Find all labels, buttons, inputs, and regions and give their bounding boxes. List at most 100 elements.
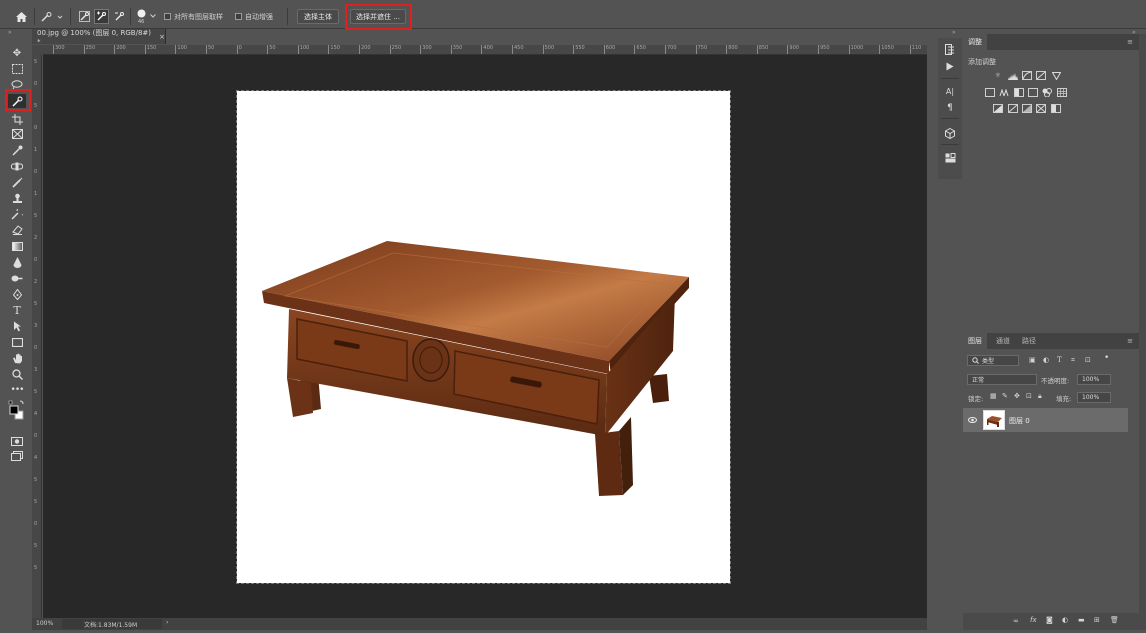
- hue-saturation-icon[interactable]: [999, 88, 1009, 97]
- panel-menu-icon[interactable]: ≡: [1127, 337, 1133, 345]
- more-tools-icon[interactable]: •••: [8, 383, 26, 397]
- fill-input[interactable]: 100%: [1077, 392, 1111, 403]
- lock-position-icon[interactable]: ✥: [1014, 392, 1020, 400]
- color-swatches[interactable]: [8, 399, 26, 423]
- history-brush-icon[interactable]: [8, 207, 26, 221]
- select-subject-button[interactable]: 选择主体: [297, 9, 339, 24]
- gradient-icon[interactable]: [8, 239, 26, 253]
- actions-play-icon[interactable]: [942, 60, 958, 73]
- collapse-panels-icon[interactable]: »: [952, 29, 956, 36]
- screen-mode-icon[interactable]: [8, 449, 26, 463]
- eye-icon[interactable]: [968, 416, 977, 425]
- threshold-icon[interactable]: [1022, 104, 1032, 113]
- paragraph-panel-icon[interactable]: ¶: [942, 101, 958, 114]
- close-icon[interactable]: ×: [159, 33, 165, 41]
- add-to-selection-icon[interactable]: [94, 9, 109, 24]
- subtract-from-selection-icon[interactable]: [112, 10, 126, 23]
- levels-icon[interactable]: [1008, 71, 1018, 80]
- history-panel-icon[interactable]: [942, 43, 958, 56]
- filter-shape-icon[interactable]: ⌗: [1071, 356, 1075, 365]
- type-icon[interactable]: T: [8, 303, 26, 317]
- selective-color-icon[interactable]: [1036, 104, 1046, 113]
- tab-channels[interactable]: 通道: [991, 333, 1015, 349]
- channel-mixer-icon[interactable]: [1057, 88, 1067, 97]
- lock-image-icon[interactable]: ✎: [1002, 392, 1008, 400]
- quick-mask-icon[interactable]: [8, 434, 26, 448]
- auto-enhance-checkbox[interactable]: [235, 13, 242, 20]
- ruler-origin[interactable]: [32, 45, 43, 55]
- tab-layers[interactable]: 图层: [963, 333, 987, 349]
- status-menu-icon[interactable]: ›: [166, 619, 168, 626]
- lock-all-icon[interactable]: 🔒︎: [1038, 392, 1042, 401]
- libraries-panel-icon[interactable]: [942, 151, 958, 164]
- lock-artboard-icon[interactable]: ⊡: [1026, 392, 1032, 400]
- exposure-icon[interactable]: [1036, 71, 1046, 80]
- healing-brush-icon[interactable]: [8, 159, 26, 173]
- frame-icon[interactable]: [8, 127, 26, 141]
- new-adjustment-layer-icon[interactable]: ◐: [1062, 616, 1068, 624]
- gradient-map-triangle-icon[interactable]: [1051, 71, 1061, 80]
- vibrance-icon[interactable]: [985, 88, 995, 97]
- clone-stamp-icon[interactable]: [8, 191, 26, 205]
- photo-filter-icon[interactable]: [1042, 88, 1052, 97]
- brightness-contrast-icon[interactable]: ☼: [993, 71, 1003, 80]
- gradient-map-icon[interactable]: [1051, 104, 1061, 113]
- brush-size-icon[interactable]: [135, 8, 147, 19]
- tool-preset-picker[interactable]: [40, 9, 64, 24]
- new-group-icon[interactable]: ▬: [1078, 616, 1085, 624]
- layer-filter-select[interactable]: 类型: [967, 355, 1019, 366]
- filter-pixel-icon[interactable]: ▣: [1029, 356, 1036, 364]
- eraser-icon[interactable]: [8, 223, 26, 237]
- document-tab[interactable]: 00.jpg @ 100% (图层 0, RGB/8#) * ×: [32, 29, 166, 46]
- pen-icon[interactable]: [8, 287, 26, 301]
- new-selection-icon[interactable]: [77, 10, 91, 23]
- crop-icon[interactable]: [8, 112, 26, 126]
- layer-style-icon[interactable]: fx: [1030, 616, 1037, 624]
- curves-icon[interactable]: [1022, 71, 1032, 80]
- tab-adjustments[interactable]: 调整: [963, 34, 987, 50]
- filter-toggle-icon[interactable]: •: [1104, 353, 1109, 363]
- filter-adjustment-icon[interactable]: ◐: [1043, 356, 1049, 364]
- invert-icon[interactable]: [993, 104, 1003, 113]
- home-icon[interactable]: [14, 9, 29, 24]
- move-icon[interactable]: ✥: [8, 46, 26, 60]
- filter-smart-object-icon[interactable]: ⊡: [1085, 356, 1091, 364]
- vertical-ruler[interactable]: 5 0 5 0 1 0 1 5 2 0 2 5 3 0 3 5 4 0 4 5 5 0 5 5: [32, 55, 42, 618]
- hand-icon[interactable]: [8, 351, 26, 365]
- chevron-down-icon[interactable]: [149, 12, 157, 20]
- sample-all-layers-checkbox[interactable]: [164, 13, 171, 20]
- document-canvas[interactable]: [236, 90, 731, 584]
- filter-type-icon[interactable]: T: [1057, 356, 1062, 364]
- path-selection-icon[interactable]: [8, 319, 26, 333]
- color-balance-icon[interactable]: [1014, 88, 1024, 97]
- ruler-tick-label: 450: [514, 45, 524, 51]
- collapse-toolbar-icon[interactable]: »: [8, 29, 12, 36]
- new-layer-icon[interactable]: ⊞: [1094, 616, 1100, 624]
- eyedropper-icon[interactable]: [8, 143, 26, 157]
- horizontal-ruler[interactable]: 300 250 200 150 100 50 0 50 100 150 200 250 300 350 40…: [43, 45, 927, 55]
- opacity-input[interactable]: 100%: [1077, 374, 1111, 385]
- layer-row[interactable]: 图层 0: [963, 408, 1128, 432]
- dodge-icon[interactable]: [8, 271, 26, 285]
- blur-icon[interactable]: [8, 255, 26, 269]
- rectangle-icon[interactable]: [8, 335, 26, 349]
- layer-thumbnail[interactable]: [983, 410, 1005, 430]
- panel-menu-icon[interactable]: ≡: [1127, 38, 1133, 46]
- doc-info[interactable]: 文档:1.83M/1.59M: [84, 620, 137, 629]
- zoom-icon[interactable]: [8, 367, 26, 381]
- posterize-icon[interactable]: [1008, 104, 1018, 113]
- panel-scrollbar[interactable]: [1139, 34, 1146, 630]
- zoom-level[interactable]: 100%: [36, 620, 53, 627]
- link-layers-icon[interactable]: ∞: [1013, 617, 1019, 625]
- lock-transparent-icon[interactable]: ▦: [990, 392, 997, 400]
- layer-name[interactable]: 图层 0: [1009, 416, 1030, 426]
- add-mask-icon[interactable]: ◙: [1046, 616, 1053, 624]
- blend-mode-select[interactable]: 正常: [967, 374, 1037, 385]
- 3d-panel-icon[interactable]: [942, 127, 958, 140]
- black-white-icon[interactable]: [1028, 88, 1038, 97]
- tab-paths[interactable]: 路径: [1017, 333, 1041, 349]
- brush-icon[interactable]: [8, 175, 26, 189]
- marquee-icon[interactable]: [8, 62, 26, 76]
- character-panel-icon[interactable]: A|: [942, 85, 958, 98]
- delete-layer-icon[interactable]: 🗑︎: [1110, 616, 1119, 624]
